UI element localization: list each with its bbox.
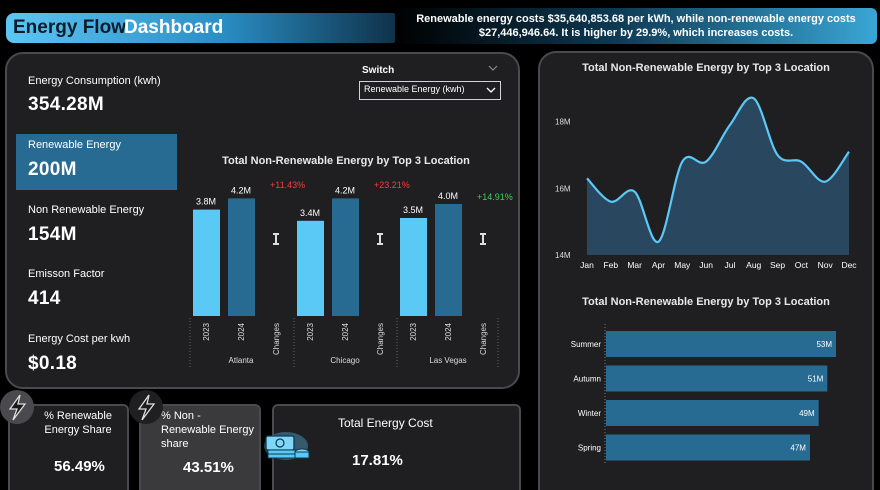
renewable-share-value: 56.49% <box>54 458 105 475</box>
season-bar-chart: Summer 53M Autumn 51M Winter 49M Spring 47M <box>571 324 836 463</box>
bar-las-vegas-2023 <box>400 218 427 316</box>
emission-label: Emisson Factor <box>28 268 105 280</box>
category-tick-label: 2023 <box>202 322 211 340</box>
category-tick-label: Changes <box>272 323 281 355</box>
x-tick-label: Sep <box>770 260 785 270</box>
change-label: +14.91% <box>477 192 513 202</box>
total-cost-value: 17.81% <box>352 452 403 469</box>
change-marker <box>377 233 383 245</box>
cost-label: Energy Cost per kwh <box>28 333 131 345</box>
emission-value: 414 <box>28 288 61 309</box>
change-label: +23.21% <box>374 180 410 190</box>
season-chart-title: Total Non-Renewable Energy by Top 3 Loca… <box>582 296 830 308</box>
monthly-area-chart: 14M 16M 18M Jan Feb Mar Apr May Jun Jul Aug Sep Oct N… <box>555 96 857 270</box>
x-tick-label: Jan <box>580 260 594 270</box>
bar-value-label: 3.8M <box>196 197 216 207</box>
consumption-value: 354.28M <box>28 94 105 115</box>
location-label: Atlanta <box>229 356 254 365</box>
switch-label: Switch <box>362 65 395 76</box>
season-bar-spring <box>606 434 810 461</box>
location-label: Las Vegas <box>429 356 466 365</box>
x-tick-label: Jun <box>699 260 713 270</box>
category-tick-label: Changes <box>376 323 385 355</box>
category-tick-label: 2024 <box>237 322 246 340</box>
title-part-2: Dashboard <box>124 17 224 38</box>
bar-value-label: 4.2M <box>335 185 355 195</box>
bar-chicago-2023 <box>297 220 324 316</box>
bar-chicago-2024 <box>332 198 359 316</box>
location-label: Chicago <box>330 356 360 365</box>
season-label: Winter <box>578 409 601 418</box>
title-part-1: Energy Flow <box>13 17 126 38</box>
y-tick-label: 18M <box>555 118 571 127</box>
bar-value-label: 4.0M <box>438 191 458 201</box>
bar-value-label: 3.5M <box>403 205 423 215</box>
x-tick-label: Aug <box>746 260 761 270</box>
switch-dropdown[interactable]: Renewable Energy (kwh) <box>359 81 501 100</box>
consumption-label: Energy Consumption (kwh) <box>28 75 161 87</box>
season-value-label: 53M <box>816 340 832 349</box>
season-label: Autumn <box>573 375 601 384</box>
area-fill <box>587 97 849 255</box>
season-bar-winter <box>606 400 819 426</box>
category-tick-label: 2023 <box>306 322 315 340</box>
season-bar-autumn <box>606 365 828 392</box>
season-bar-summer <box>606 331 836 357</box>
bar-atlanta-2024 <box>228 198 255 316</box>
chevron-down-icon[interactable] <box>488 64 498 72</box>
location-chart-title: Total Non-Renewable Energy by Top 3 Loca… <box>222 155 470 167</box>
x-tick-label: Oct <box>795 260 809 270</box>
category-tick-label: 2024 <box>444 322 453 340</box>
nonrenewable-label: Non Renewable Energy <box>28 204 145 216</box>
x-tick-label: Jul <box>724 260 735 270</box>
nonrenewable-share-value: 43.51% <box>183 459 234 476</box>
y-tick-label: 14M <box>555 251 571 260</box>
location-bar-chart: 3.8M 4.2M +11.43% 2023 2024 Changes Atlanta 3.4… <box>189 180 513 369</box>
money-icon <box>262 428 316 469</box>
bar-las-vegas-2024 <box>435 204 462 316</box>
season-label: Spring <box>578 444 601 453</box>
y-tick-label: 16M <box>555 184 571 193</box>
season-value-label: 47M <box>790 444 806 453</box>
lightning-icon-2 <box>129 390 163 424</box>
dropdown-arrow-icon <box>486 87 496 93</box>
x-tick-label: Nov <box>818 260 834 270</box>
season-value-label: 51M <box>808 375 824 384</box>
category-tick-label: 2024 <box>341 322 350 340</box>
x-tick-label: May <box>674 260 691 270</box>
renewable-label: Renewable Energy <box>28 139 121 151</box>
season-label: Summer <box>571 340 602 349</box>
total-cost-label: Total Energy Cost <box>338 416 433 430</box>
x-tick-label: Feb <box>603 260 618 270</box>
change-marker <box>273 233 279 245</box>
renewable-value: 200M <box>28 159 77 180</box>
monthly-chart-title: Total Non-Renewable Energy by Top 3 Loca… <box>582 62 830 74</box>
nonrenewable-share-label: % Non - Renewable Energy share <box>161 410 254 450</box>
x-tick-label: Dec <box>841 260 857 270</box>
lightning-icon <box>0 390 34 424</box>
bar-atlanta-2023 <box>193 209 220 316</box>
switch-selected-value: Renewable Energy (kwh) <box>364 84 465 94</box>
x-tick-label: Mar <box>627 260 642 270</box>
bar-value-label: 4.2M <box>231 185 251 195</box>
category-tick-label: 2023 <box>409 322 418 340</box>
season-value-label: 49M <box>799 409 815 418</box>
cost-value: $0.18 <box>28 353 78 374</box>
insight-banner: Renewable energy costs $35,640,853.68 pe… <box>395 8 877 44</box>
bar-value-label: 3.4M <box>300 208 320 218</box>
dashboard-title-bar: Energy Flow Dashboard <box>6 13 400 43</box>
category-tick-label: Changes <box>479 323 488 355</box>
nonrenewable-value: 154M <box>28 224 77 245</box>
change-marker <box>480 233 486 245</box>
change-label: +11.43% <box>270 180 305 190</box>
x-tick-label: Apr <box>652 260 665 270</box>
insight-text: Renewable energy costs $35,640,853.68 pe… <box>416 13 856 39</box>
renewable-share-label: % Renewable Energy Share <box>44 410 112 436</box>
